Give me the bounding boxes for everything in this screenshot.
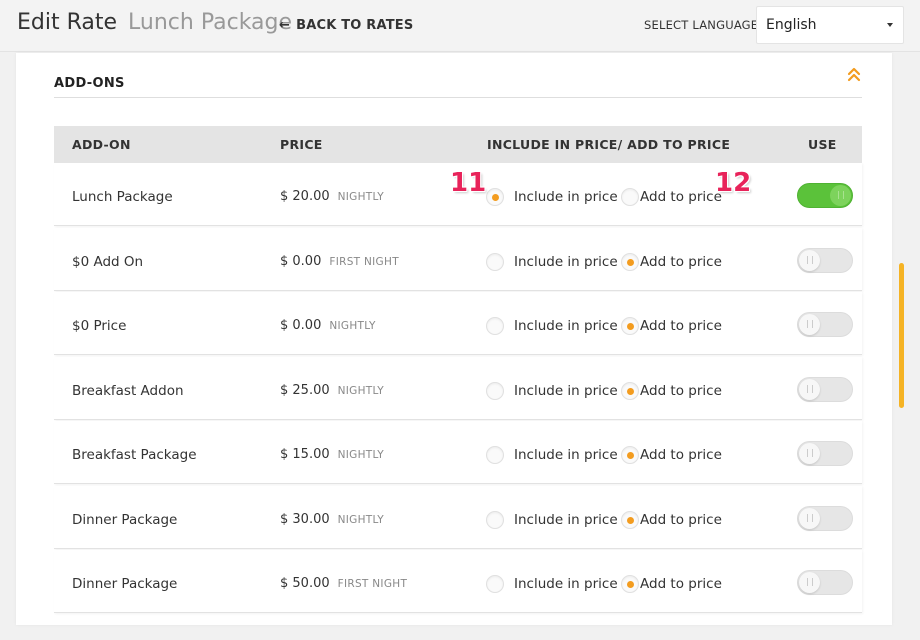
toggle-knob	[799, 378, 820, 400]
add-ons-panel: ADD-ONS ADD-ON PRICE INCLUDE IN PRICE/ A…	[16, 53, 892, 625]
toggle-knob	[799, 249, 820, 271]
addon-price-frequency: NIGHTLY	[337, 384, 384, 397]
include-in-price-radio[interactable]	[486, 252, 504, 271]
section-divider	[54, 97, 862, 98]
addon-price: $ 30.00 NIGHTLY	[280, 512, 384, 527]
include-in-price-radio[interactable]	[486, 317, 504, 335]
column-header-mode: INCLUDE IN PRICE/ ADD TO PRICE	[487, 137, 731, 152]
add-to-price-radio[interactable]	[621, 317, 639, 335]
addon-price-amount: $ 0.00	[280, 318, 322, 333]
addon-name: Dinner Package	[72, 511, 178, 528]
addon-price-amount: $ 0.00	[280, 253, 322, 269]
addon-name: Lunch Package	[72, 189, 173, 205]
page-title-main: Edit Rate	[17, 10, 118, 35]
page-title: Edit Rate Lunch Package	[17, 10, 292, 35]
include-in-price-radio[interactable]	[486, 575, 504, 593]
back-to-rates-label: BACK TO RATES	[296, 18, 414, 33]
add-to-price-label[interactable]: Add to price	[640, 576, 722, 592]
annotation-marker-11: 11	[450, 168, 487, 198]
include-in-price-label[interactable]: Include in price	[514, 318, 618, 334]
page-title-rate-name: Lunch Package	[128, 10, 293, 35]
addon-price-amount: $ 15.00	[280, 447, 330, 462]
addon-price-amount: $ 20.00	[280, 189, 330, 204]
top-bar: Edit Rate Lunch Package ← BACK TO RATES S…	[0, 0, 920, 52]
table-row: Dinner Package $ 30.00 NIGHTLY Include in p…	[54, 485, 862, 549]
double-chevron-up-icon[interactable]	[847, 66, 861, 82]
include-in-price-label[interactable]: Include in price	[514, 447, 618, 463]
use-toggle[interactable]	[797, 441, 853, 466]
addon-name: Breakfast Addon	[72, 382, 184, 399]
addon-price: $ 25.00 NIGHTLY	[280, 383, 384, 398]
use-toggle[interactable]	[797, 505, 853, 531]
add-to-price-label[interactable]: Add to price	[640, 447, 722, 463]
addon-name: Dinner Package	[72, 576, 178, 592]
toggle-knob	[799, 572, 820, 593]
table-row: Breakfast Addon $ 25.00 NIGHTLY Include in …	[54, 356, 862, 420]
include-in-price-radio[interactable]	[486, 188, 504, 206]
select-language-label: SELECT LANGUAGE	[644, 18, 759, 32]
table-row: Breakfast Package $ 15.00 NIGHTLY Include i…	[54, 421, 862, 484]
addon-price-frequency: FIRST NIGHT	[337, 578, 408, 590]
addon-price: $ 15.00 NIGHTLY	[280, 447, 384, 462]
include-in-price-label[interactable]: Include in price	[514, 576, 618, 592]
back-to-rates-link[interactable]: ← BACK TO RATES	[279, 18, 413, 33]
addon-price: $ 0.00 FIRST NIGHT	[280, 254, 399, 269]
addon-price-amount: $ 50.00	[280, 576, 330, 591]
column-header-addon: ADD-ON	[72, 137, 131, 152]
addon-price-amount: $ 30.00	[280, 511, 330, 527]
add-to-price-label[interactable]: Add to price	[640, 254, 722, 270]
addon-name: $0 Price	[72, 318, 127, 334]
language-select-value: English	[766, 17, 817, 33]
use-toggle[interactable]	[797, 376, 853, 402]
addon-name: Breakfast Package	[72, 447, 197, 463]
section-title: ADD-ONS	[54, 76, 125, 91]
include-in-price-label[interactable]: Include in price	[514, 254, 618, 270]
addon-price-frequency: FIRST NIGHT	[329, 255, 399, 268]
include-in-price-radio[interactable]	[486, 510, 504, 529]
use-toggle[interactable]	[797, 312, 853, 337]
add-to-price-label[interactable]: Add to price	[640, 512, 722, 528]
use-toggle[interactable]	[797, 570, 853, 595]
add-to-price-radio[interactable]	[621, 381, 639, 400]
annotation-marker-12: 12	[715, 168, 752, 198]
add-to-price-radio[interactable]	[621, 510, 639, 529]
include-in-price-radio[interactable]	[486, 381, 504, 400]
addon-price-frequency: NIGHTLY	[337, 513, 384, 526]
addon-name: $0 Add On	[72, 253, 144, 270]
include-in-price-label[interactable]: Include in price	[514, 189, 618, 205]
toggle-knob	[799, 314, 820, 335]
caret-down-icon	[887, 23, 893, 27]
arrow-left-icon: ←	[279, 18, 291, 33]
add-to-price-radio[interactable]	[621, 188, 639, 206]
addon-price-frequency: NIGHTLY	[329, 320, 376, 332]
add-to-price-radio[interactable]	[621, 252, 639, 271]
addon-price: $ 0.00 NIGHTLY	[280, 318, 376, 333]
addon-price-amount: $ 25.00	[280, 382, 330, 398]
use-toggle[interactable]	[797, 183, 853, 208]
table-header: ADD-ON PRICE INCLUDE IN PRICE/ ADD TO PR…	[54, 126, 862, 163]
addon-price-frequency: NIGHTLY	[337, 191, 384, 203]
table-row: $0 Add On $ 0.00 FIRST NIGHT Include in pri…	[54, 227, 862, 291]
addon-price-frequency: NIGHTLY	[337, 449, 384, 461]
addon-price: $ 20.00 NIGHTLY	[280, 189, 384, 204]
toggle-knob	[799, 443, 820, 464]
table-row: Dinner Package $ 50.00 FIRST NIGHT Include …	[54, 550, 862, 613]
column-header-price: PRICE	[280, 137, 323, 152]
addon-price: $ 50.00 FIRST NIGHT	[280, 576, 407, 591]
toggle-knob	[830, 185, 851, 206]
add-to-price-radio[interactable]	[621, 575, 639, 593]
toggle-knob	[799, 507, 820, 529]
add-to-price-label[interactable]: Add to price	[640, 383, 722, 399]
add-to-price-label[interactable]: Add to price	[640, 189, 722, 205]
include-in-price-label[interactable]: Include in price	[514, 512, 618, 528]
scrollbar-thumb[interactable]	[899, 263, 904, 408]
include-in-price-label[interactable]: Include in price	[514, 383, 618, 399]
language-select[interactable]: English	[756, 6, 904, 44]
column-header-use: USE	[808, 137, 837, 152]
include-in-price-radio[interactable]	[486, 446, 504, 464]
add-to-price-label[interactable]: Add to price	[640, 318, 722, 334]
table-row: $0 Price $ 0.00 NIGHTLY Include in price Add…	[54, 292, 862, 355]
use-toggle[interactable]	[797, 247, 853, 273]
add-to-price-radio[interactable]	[621, 446, 639, 464]
